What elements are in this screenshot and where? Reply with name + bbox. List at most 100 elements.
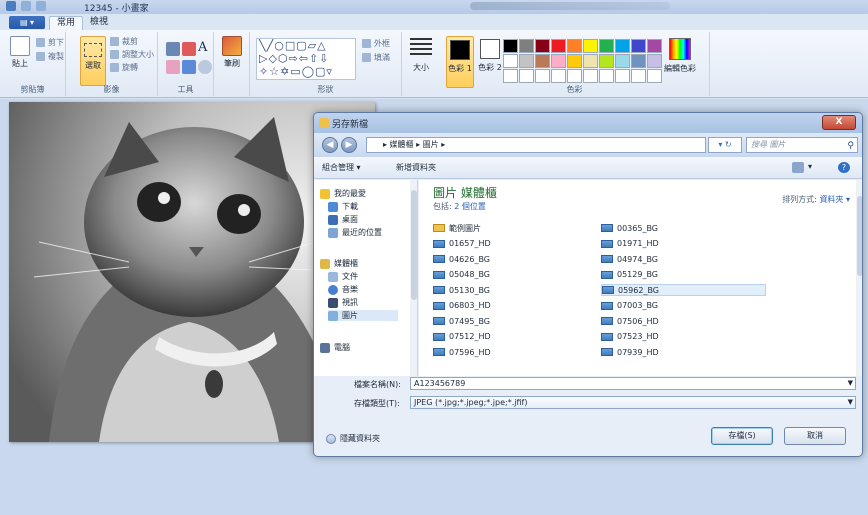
color-picker-icon[interactable]: [182, 60, 196, 74]
palette-swatch[interactable]: [519, 69, 534, 83]
palette-swatch[interactable]: [599, 39, 614, 53]
palette-swatch[interactable]: [599, 69, 614, 83]
eraser-icon[interactable]: [166, 60, 180, 74]
file-item[interactable]: 05129_BG: [601, 269, 658, 281]
organize-menu[interactable]: 組合管理 ▾: [322, 162, 361, 173]
nav-recent[interactable]: 最近的位置: [328, 227, 382, 238]
palette-swatch[interactable]: [631, 54, 646, 68]
undo-icon[interactable]: [36, 1, 46, 11]
outline-button[interactable]: 外框: [362, 38, 390, 49]
pencil-icon[interactable]: [166, 42, 180, 56]
palette-swatch[interactable]: [567, 39, 582, 53]
address-bar[interactable]: ▸ 媒體櫃 ▸ 圖片 ▸: [366, 137, 706, 153]
nav-favorites[interactable]: 我的最愛: [320, 188, 366, 199]
rotate-button[interactable]: 旋轉: [110, 62, 138, 73]
nav-computer[interactable]: 電腦: [320, 342, 350, 353]
nav-scrollbar[interactable]: [410, 180, 417, 376]
file-item[interactable]: 04626_BG: [433, 253, 490, 265]
file-item[interactable]: 07495_BG: [433, 315, 490, 327]
back-button[interactable]: ◀: [322, 137, 338, 153]
palette-swatch[interactable]: [567, 54, 582, 68]
app-icon[interactable]: [6, 1, 16, 11]
nav-desktop[interactable]: 桌面: [328, 214, 358, 225]
palette-swatch[interactable]: [631, 69, 646, 83]
cancel-button[interactable]: 取消: [784, 427, 846, 445]
palette-swatch[interactable]: [615, 69, 630, 83]
new-folder-button[interactable]: 新增資料夾: [396, 162, 436, 173]
paste-button[interactable]: 貼上: [8, 36, 32, 69]
tab-home[interactable]: 常用: [49, 16, 84, 30]
color1-button[interactable]: 色彩 1: [446, 36, 474, 88]
file-item[interactable]: 05130_BG: [433, 284, 490, 296]
palette-swatch[interactable]: [535, 39, 550, 53]
palette-swatch[interactable]: [615, 54, 630, 68]
size-button[interactable]: 大小: [408, 38, 434, 73]
file-item[interactable]: 07939_HD: [601, 346, 659, 358]
palette-swatch[interactable]: [503, 69, 518, 83]
nav-documents[interactable]: 文件: [328, 271, 358, 282]
palette-swatch[interactable]: [551, 39, 566, 53]
palette-swatch[interactable]: [567, 69, 582, 83]
file-list-scrollbar-thumb[interactable]: [857, 196, 862, 276]
folder-item[interactable]: 範例圖片: [433, 222, 481, 234]
search-input[interactable]: 搜尋 圖片 ⚲: [746, 137, 858, 153]
file-item[interactable]: 07523_HD: [601, 331, 659, 343]
palette-swatch[interactable]: [519, 54, 534, 68]
nav-music[interactable]: 音樂: [328, 284, 358, 295]
palette-swatch[interactable]: [583, 69, 598, 83]
save-icon[interactable]: [21, 1, 31, 11]
copy-button[interactable]: 複製: [36, 51, 64, 62]
file-item[interactable]: 05962_BG: [601, 284, 766, 296]
color2-button[interactable]: 色彩 2: [476, 36, 504, 88]
edit-colors-button[interactable]: 編輯色彩: [660, 38, 700, 74]
file-item[interactable]: 01657_HD: [433, 238, 491, 250]
resize-button[interactable]: 調整大小: [110, 49, 154, 60]
file-item[interactable]: 01971_HD: [601, 238, 659, 250]
file-list-scrollbar[interactable]: [856, 180, 862, 376]
refresh-button[interactable]: ▾ ↻: [708, 137, 742, 153]
help-icon[interactable]: ?: [838, 162, 850, 173]
fill-button[interactable]: 填滿: [362, 52, 390, 63]
brushes-button[interactable]: 筆刷: [220, 36, 244, 69]
magnifier-icon[interactable]: [198, 60, 212, 74]
file-item[interactable]: 07506_HD: [601, 315, 659, 327]
hide-folders-toggle[interactable]: 隱藏資料夾: [326, 433, 380, 444]
close-button[interactable]: X: [822, 115, 856, 130]
file-item[interactable]: 05048_BG: [433, 269, 490, 281]
palette-swatch[interactable]: [599, 54, 614, 68]
filename-dropdown-arrow[interactable]: ▼: [848, 378, 853, 389]
tab-view[interactable]: 檢視: [83, 16, 115, 30]
palette-swatch[interactable]: [631, 39, 646, 53]
palette-swatch[interactable]: [535, 69, 550, 83]
locations-link[interactable]: 2 個位置: [454, 202, 486, 211]
file-item[interactable]: 00365_BG: [601, 222, 658, 234]
palette-swatch[interactable]: [535, 54, 550, 68]
view-dropdown[interactable]: ▾: [808, 162, 812, 171]
palette-swatch[interactable]: [551, 69, 566, 83]
nav-libraries[interactable]: 媒體櫃: [320, 258, 358, 269]
palette-swatch[interactable]: [503, 54, 518, 68]
palette-swatch[interactable]: [551, 54, 566, 68]
filetype-dropdown-arrow[interactable]: ▼: [848, 397, 853, 408]
palette-swatch[interactable]: [503, 39, 518, 53]
crop-button[interactable]: 裁剪: [110, 36, 138, 47]
save-button[interactable]: 存檔(S): [711, 427, 773, 445]
forward-button[interactable]: ▶: [341, 137, 357, 153]
file-item[interactable]: 07003_BG: [601, 300, 658, 312]
palette-swatch[interactable]: [583, 39, 598, 53]
cut-button[interactable]: 剪下: [36, 37, 64, 48]
text-tool-icon[interactable]: A: [198, 40, 212, 55]
file-item[interactable]: 04974_BG: [601, 253, 658, 265]
arrange-by-dropdown[interactable]: 資料夾 ▾: [819, 195, 850, 204]
search-icon[interactable]: ⚲: [847, 139, 854, 153]
palette-swatch[interactable]: [615, 39, 630, 53]
palette-swatch[interactable]: [583, 54, 598, 68]
nav-videos[interactable]: 視訊: [328, 297, 358, 308]
view-options-icon[interactable]: [792, 162, 804, 173]
filetype-select[interactable]: JPEG (*.jpg;*.jpeg;*.jpe;*.jfif) ▼: [410, 396, 856, 409]
file-item[interactable]: 07512_HD: [433, 331, 491, 343]
shapes-gallery[interactable]: ╲╱○□▢▱△ ▷◇⬡⇨⇦⇧⇩ ✧☆✡▭◯▢▿: [256, 38, 356, 80]
nav-scrollbar-thumb[interactable]: [411, 190, 417, 300]
fill-icon[interactable]: [182, 42, 196, 56]
file-item[interactable]: 06803_HD: [433, 300, 491, 312]
